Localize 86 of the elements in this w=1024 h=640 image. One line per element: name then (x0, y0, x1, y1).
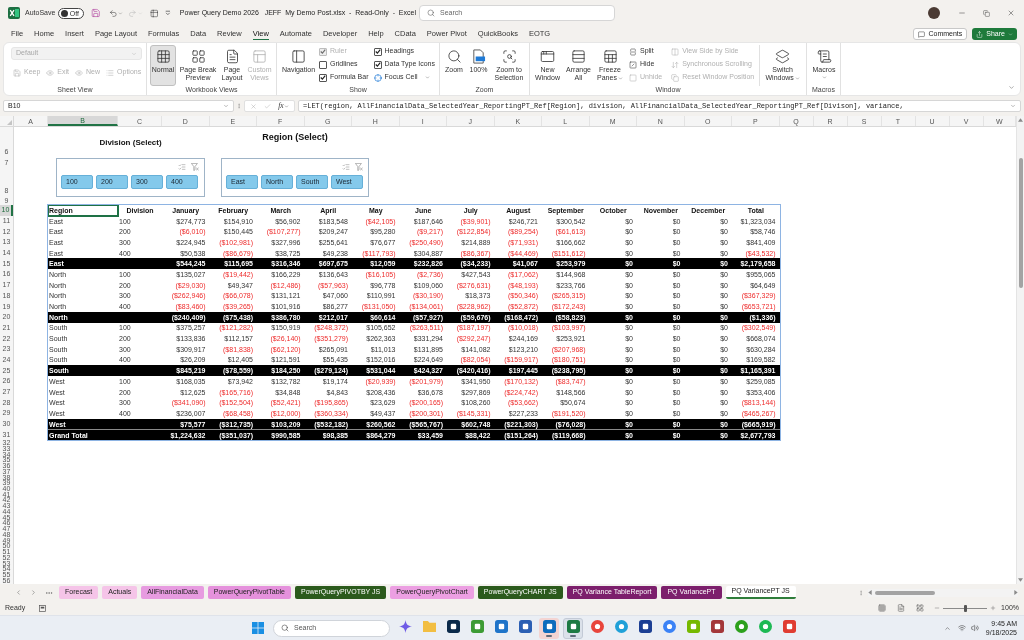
clear-filter-icon[interactable] (355, 163, 363, 171)
vertical-dots-icon (236, 102, 242, 110)
side-panel-icon (291, 49, 306, 64)
vertical-scrollbar[interactable] (1016, 116, 1024, 584)
stacked-squares-icon (671, 73, 680, 82)
search-icon (281, 624, 289, 632)
expand-icon[interactable] (1010, 103, 1016, 109)
caret-icon (223, 103, 229, 109)
square-icon (629, 73, 637, 82)
table-icon (602, 49, 618, 64)
columns-icon (671, 47, 680, 56)
corner-triangle-icon (7, 120, 12, 125)
magnifier-icon (446, 49, 462, 64)
caret-icon[interactable] (118, 10, 124, 16)
next-sheet-icon[interactable] (30, 589, 37, 596)
sheet-icon[interactable] (39, 604, 47, 612)
collapse-ribbon-icon[interactable] (1008, 84, 1015, 91)
speaker-icon[interactable] (970, 624, 979, 632)
save-icon (13, 68, 21, 77)
scroll-icon (816, 49, 832, 64)
down-arrow-icon[interactable] (1018, 578, 1023, 582)
caret-icon (617, 75, 623, 81)
left-arrow-icon[interactable] (868, 590, 872, 595)
multi-select-icon[interactable] (342, 163, 350, 171)
share-icon (976, 30, 984, 38)
avatar (928, 7, 940, 19)
zoom-in-icon[interactable] (990, 605, 997, 611)
page-icon (471, 49, 486, 64)
zoom-out-icon[interactable] (934, 605, 941, 611)
slashed-square-icon (629, 60, 637, 69)
start-icon[interactable] (252, 622, 264, 634)
search-icon (427, 9, 435, 17)
eye-icon (75, 68, 84, 77)
caret-icon (794, 75, 800, 81)
checkbox[interactable] (319, 60, 327, 69)
rows-icon (571, 49, 586, 64)
caret-icon (821, 75, 827, 80)
scrollbar-thumb[interactable] (1018, 158, 1023, 288)
minimize-icon[interactable] (958, 9, 966, 17)
comment-icon (918, 30, 926, 38)
redo-icon[interactable] (128, 8, 137, 18)
previous-sheet-icon[interactable] (15, 589, 22, 596)
grid-squares-icon (190, 49, 206, 64)
page-break-view-icon[interactable] (916, 604, 925, 612)
slicer-heading: Region (Select) (262, 133, 328, 144)
grid-icon (155, 49, 171, 64)
scrollbar-thumb[interactable] (875, 590, 935, 595)
layers-icon (775, 49, 791, 64)
customize-icon[interactable] (165, 10, 171, 16)
save-icon[interactable] (91, 8, 101, 18)
chevron-up-icon[interactable] (943, 624, 951, 632)
clear-filter-icon[interactable] (191, 163, 199, 171)
up-arrow-icon[interactable] (1018, 118, 1023, 122)
split-square-icon (629, 47, 637, 56)
eye-icon (46, 68, 55, 77)
checkbox[interactable] (373, 60, 382, 69)
up-down-arrows-icon (671, 60, 680, 69)
panels-icon (252, 49, 267, 64)
caret-icon (1008, 31, 1013, 37)
checkbox[interactable] (319, 73, 327, 82)
magnifier-frame-icon (501, 49, 517, 64)
restore-icon[interactable] (983, 9, 990, 17)
toggle-knob (60, 9, 68, 17)
multi-select-icon[interactable] (178, 163, 186, 171)
check-icon[interactable] (264, 102, 272, 110)
page-layout-view-icon[interactable] (897, 604, 906, 612)
zoom-slider[interactable] (943, 604, 988, 612)
normal-view-icon[interactable] (878, 604, 887, 612)
vertical-dots-icon[interactable] (858, 588, 864, 597)
caret-icon (424, 75, 430, 80)
wifi-icon[interactable] (957, 624, 966, 632)
horizontal-scrollbar[interactable] (868, 588, 1018, 597)
cancel-icon[interactable] (250, 102, 258, 110)
right-arrow-icon[interactable] (1014, 590, 1018, 595)
crosshair-icon (373, 73, 382, 82)
slicer-heading: Division (Select) (99, 139, 162, 149)
caret-icon (283, 103, 289, 109)
list-icon (106, 68, 115, 77)
close-icon[interactable] (1007, 9, 1015, 17)
undo-icon[interactable] (108, 8, 118, 18)
page-icon (224, 49, 240, 64)
table-icon[interactable] (149, 8, 159, 18)
app-logo-icon (8, 7, 20, 19)
window-icon (540, 49, 555, 64)
checkbox[interactable] (373, 47, 382, 56)
slider-thumb[interactable] (963, 604, 967, 612)
